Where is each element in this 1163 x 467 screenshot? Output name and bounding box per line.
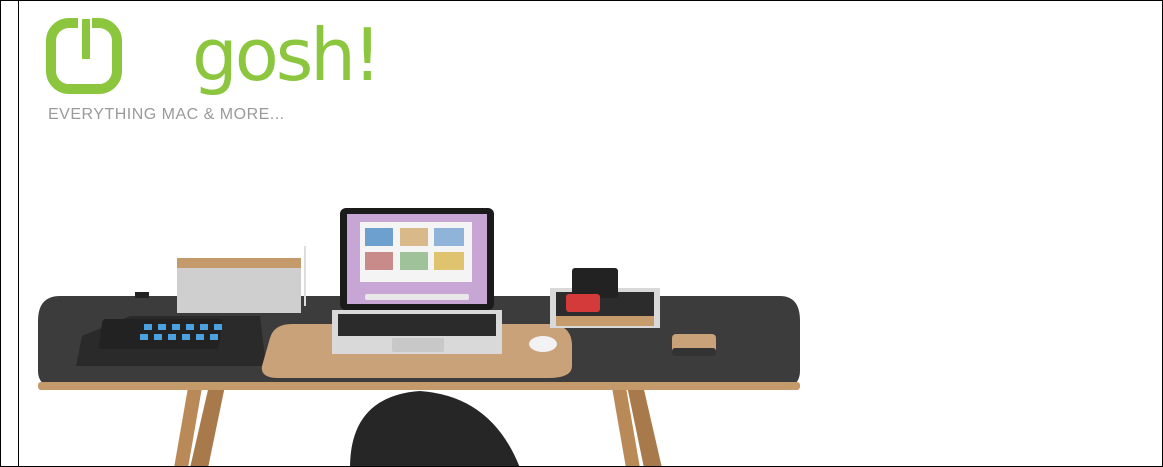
laptop-keyboard — [338, 314, 496, 336]
chair — [350, 391, 520, 466]
table-edge — [38, 382, 800, 390]
left-edge-line — [18, 1, 19, 466]
brand-wordmark: gosh! — [192, 13, 382, 97]
page-frame: gosh! EVERYTHING MAC & MORE... — [0, 0, 1163, 467]
brand-tagline: EVERYTHING MAC & MORE... — [48, 106, 285, 123]
brand-logo[interactable]: gosh! — [46, 15, 382, 95]
mouse — [529, 336, 557, 352]
power-clock-icon — [46, 15, 122, 94]
desk-setup-image — [20, 196, 820, 466]
laptop-trackpad — [392, 338, 444, 352]
